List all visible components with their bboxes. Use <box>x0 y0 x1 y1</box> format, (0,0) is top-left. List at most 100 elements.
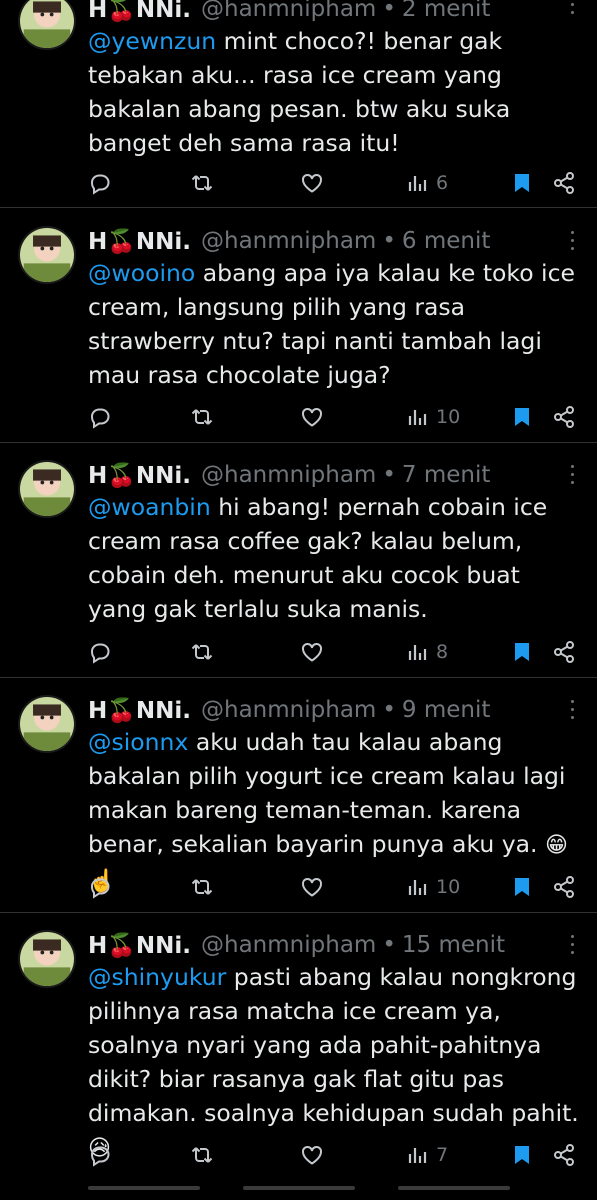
more-icon[interactable] <box>569 0 575 16</box>
reply-button[interactable] <box>88 1140 112 1170</box>
views-button[interactable]: 7 <box>406 1140 448 1170</box>
views-button[interactable]: 10 <box>406 402 460 432</box>
user-handle[interactable]: @hanmnipham <box>201 462 376 488</box>
share-button[interactable] <box>552 1140 576 1170</box>
share-icon <box>554 641 574 663</box>
like-button[interactable] <box>300 402 324 432</box>
tweet-actions: 6 <box>88 168 588 198</box>
avatar[interactable] <box>18 930 76 988</box>
views-count: 10 <box>436 406 461 428</box>
retweet-button[interactable] <box>190 872 214 902</box>
reply-button[interactable] <box>88 168 112 198</box>
share-icon <box>554 172 574 194</box>
display-name[interactable]: H🍒NNi. <box>88 697 191 724</box>
views-button[interactable]: 6 <box>406 168 448 198</box>
bookmark-button[interactable] <box>510 402 534 432</box>
more-icon[interactable] <box>569 697 575 721</box>
tweet-text: @woanbin hi abang! pernah cobain ice cre… <box>88 490 583 626</box>
display-name[interactable]: H🍒NNi. <box>88 932 191 959</box>
tweet[interactable]: H🍒NNi. @hanmnipham • 15 menit @shinyukur… <box>0 912 597 1180</box>
separator-dot: • <box>382 932 396 958</box>
share-icon <box>554 876 574 898</box>
display-name[interactable]: H🍒NNi. <box>88 228 191 255</box>
like-icon <box>302 1145 322 1165</box>
bookmark-button[interactable] <box>510 1140 534 1170</box>
avatar[interactable] <box>18 460 76 518</box>
more-icon[interactable] <box>569 228 575 252</box>
separator-dot: • <box>382 462 396 488</box>
tweet-header: H🍒NNi. @hanmnipham • 2 menit <box>88 0 490 26</box>
retweet-icon <box>191 644 213 660</box>
retweet-button[interactable] <box>190 402 214 432</box>
user-handle[interactable]: @hanmnipham <box>201 697 376 723</box>
reply-icon <box>90 878 110 899</box>
like-icon <box>302 407 322 427</box>
timestamp[interactable]: 6 menit <box>402 228 491 254</box>
views-button[interactable]: 8 <box>406 637 448 667</box>
views-count: 10 <box>436 876 461 898</box>
views-button[interactable]: 10 <box>406 872 460 902</box>
timestamp[interactable]: 2 menit <box>402 0 491 22</box>
avatar[interactable] <box>18 695 76 753</box>
user-handle[interactable]: @hanmnipham <box>201 0 376 22</box>
timestamp[interactable]: 15 menit <box>402 932 505 958</box>
timestamp[interactable]: 9 menit <box>402 697 491 723</box>
avatar[interactable] <box>18 226 76 284</box>
retweet-button[interactable] <box>190 637 214 667</box>
tweet[interactable]: H🍒NNi. @hanmnipham • 2 menit @yewnzun mi… <box>0 0 597 208</box>
like-icon <box>302 877 322 897</box>
tweet-header: H🍒NNi. @hanmnipham • 6 menit <box>88 224 490 258</box>
user-handle[interactable]: @hanmnipham <box>201 932 376 958</box>
tweet-header: H🍒NNi. @hanmnipham • 15 menit <box>88 928 505 962</box>
scroll-indicator <box>88 1186 200 1190</box>
retweet-button[interactable] <box>190 168 214 198</box>
share-button[interactable] <box>552 168 576 198</box>
bookmark-icon <box>515 878 529 896</box>
reply-button[interactable] <box>88 402 112 432</box>
mention-link[interactable]: @yewnzun <box>88 27 216 55</box>
like-button[interactable] <box>300 872 324 902</box>
like-button[interactable] <box>300 168 324 198</box>
tweet[interactable]: H🍒NNi. @hanmnipham • 9 menit @sionnx aku… <box>0 677 597 913</box>
share-button[interactable] <box>552 637 576 667</box>
views-icon <box>408 1148 427 1163</box>
bookmark-icon <box>515 1146 529 1164</box>
mention-link[interactable]: @sionnx <box>88 728 188 756</box>
like-button[interactable] <box>300 637 324 667</box>
views-count: 7 <box>436 1144 449 1166</box>
retweet-icon <box>191 175 213 191</box>
bookmark-icon <box>515 174 529 192</box>
retweet-icon <box>191 1147 213 1163</box>
reply-icon <box>90 408 110 429</box>
bookmark-button[interactable] <box>510 872 534 902</box>
like-icon <box>302 173 322 193</box>
timestamp[interactable]: 7 menit <box>402 462 491 488</box>
more-icon[interactable] <box>569 462 575 486</box>
mention-link[interactable]: @woanbin <box>88 493 211 521</box>
retweet-icon <box>191 409 213 425</box>
display-name[interactable]: H🍒NNi. <box>88 0 191 23</box>
tweet-actions: 10 <box>88 872 588 902</box>
views-icon <box>408 176 427 191</box>
tweet-header: H🍒NNi. @hanmnipham • 7 menit <box>88 458 490 492</box>
reply-button[interactable] <box>88 872 112 902</box>
tweet[interactable]: H🍒NNi. @hanmnipham • 6 menit @wooino aba… <box>0 208 597 443</box>
tweet-text: @shinyukur pasti abang kalau nongkrong p… <box>88 960 583 1166</box>
user-handle[interactable]: @hanmnipham <box>201 228 376 254</box>
more-icon[interactable] <box>569 932 575 956</box>
display-name[interactable]: H🍒NNi. <box>88 462 191 489</box>
separator-dot: • <box>382 0 396 22</box>
share-icon <box>554 406 574 428</box>
bookmark-button[interactable] <box>510 168 534 198</box>
views-count: 8 <box>436 641 449 663</box>
like-button[interactable] <box>300 1140 324 1170</box>
bookmark-button[interactable] <box>510 637 534 667</box>
mention-link[interactable]: @shinyukur <box>88 963 226 991</box>
mention-link[interactable]: @wooino <box>88 259 195 287</box>
tweet[interactable]: H🍒NNi. @hanmnipham • 7 menit @woanbin hi… <box>0 442 597 678</box>
retweet-button[interactable] <box>190 1140 214 1170</box>
share-button[interactable] <box>552 402 576 432</box>
avatar[interactable] <box>18 0 76 50</box>
share-button[interactable] <box>552 872 576 902</box>
reply-button[interactable] <box>88 637 112 667</box>
